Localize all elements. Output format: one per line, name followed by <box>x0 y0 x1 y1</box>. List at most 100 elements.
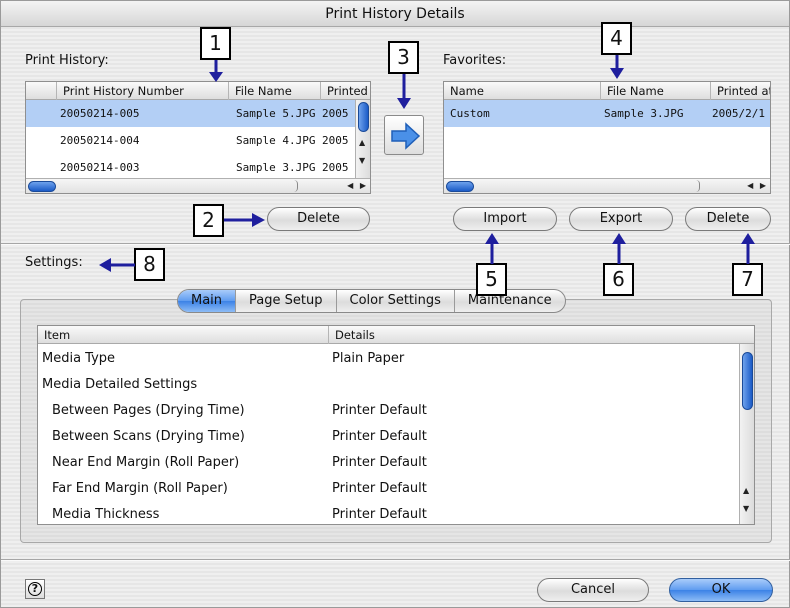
setting-item: Near End Margin (Roll Paper) <box>52 455 240 470</box>
setting-item: Between Pages (Drying Time) <box>52 403 245 418</box>
setting-detail: Printer Default <box>332 403 427 418</box>
setting-item: Media Detailed Settings <box>42 377 198 392</box>
footer-divider <box>1 559 790 561</box>
settings-header: Item Details <box>38 326 754 344</box>
favorites-table[interactable]: Name File Name Printed at Custom Sample … <box>443 81 771 194</box>
column-printed-at[interactable]: Printed at <box>710 82 770 100</box>
table-row[interactable]: 20050214-003 Sample 3.JPG 2005 <box>26 154 370 181</box>
setting-detail: Plain Paper <box>332 351 405 366</box>
callout-arrow-down-icon <box>397 74 411 109</box>
ok-button[interactable]: OK <box>669 578 773 602</box>
callout-arrow-up-icon <box>612 233 626 264</box>
callout-2: 2 <box>193 204 224 237</box>
list-item[interactable]: Between Pages (Drying Time) <box>52 398 245 424</box>
history-printed-cell: 2005 <box>322 134 349 147</box>
scroll-track-end <box>696 180 700 192</box>
tab-page-setup[interactable]: Page Setup <box>236 290 337 312</box>
favorites-header: Name File Name Printed at <box>444 82 770 100</box>
callout-7: 7 <box>732 263 763 296</box>
favorites-horizontal-thumb[interactable] <box>446 181 474 192</box>
callout-6: 6 <box>603 263 634 296</box>
print-history-header: Print History Number File Name Printed <box>26 82 370 100</box>
callout-arrow-down-icon <box>209 60 223 82</box>
history-file-cell: Sample 3.JPG <box>236 161 316 174</box>
list-item[interactable]: Media Detailed Settings <box>42 372 197 398</box>
print-history-details-window: Print History Details Print History: Pri… <box>0 0 790 608</box>
callout-3: 3 <box>388 41 419 74</box>
scroll-track-end <box>294 180 298 192</box>
tab-color-settings[interactable]: Color Settings <box>337 290 455 312</box>
setting-detail: Printer Default <box>332 455 427 470</box>
scroll-left-right-icon[interactable]: ◀ ▶ <box>747 179 768 193</box>
scroll-down-icon[interactable]: ▼ <box>743 504 749 513</box>
window-title: Print History Details <box>1 1 789 27</box>
callout-arrow-right-icon <box>224 213 265 227</box>
history-vertical-scrollbar[interactable]: ▲ ▼ <box>355 100 370 180</box>
setting-detail: Printer Default <box>332 507 427 522</box>
question-icon: ? <box>28 582 42 596</box>
history-number-cell: 20050214-003 <box>60 161 140 174</box>
add-to-favorites-button[interactable] <box>384 115 424 155</box>
favorite-printed-cell: 2005/2/1 <box>712 107 765 120</box>
history-horizontal-thumb[interactable] <box>28 181 56 192</box>
callout-8: 8 <box>134 248 165 281</box>
favorites-delete-button[interactable]: Delete <box>685 207 771 231</box>
print-history-header-blank <box>26 82 56 100</box>
column-details[interactable]: Details <box>328 326 740 344</box>
table-row[interactable]: Custom Sample 3.JPG 2005/2/1 <box>444 100 770 127</box>
tab-maintenance[interactable]: Maintenance <box>455 290 565 312</box>
column-printed[interactable]: Printed <box>320 82 370 100</box>
setting-detail: Printer Default <box>332 481 427 496</box>
history-number-cell: 20050214-005 <box>60 107 140 120</box>
settings-table[interactable]: Item Details Media Type Plain Paper Medi… <box>37 325 755 525</box>
history-delete-button[interactable]: Delete <box>267 207 370 231</box>
export-button[interactable]: Export <box>569 207 673 231</box>
column-file-name[interactable]: File Name <box>600 82 710 100</box>
favorites-label: Favorites: <box>443 53 507 68</box>
history-printed-cell: 2005 <box>322 161 349 174</box>
callout-arrow-left-icon <box>99 258 135 272</box>
setting-detail: Printer Default <box>332 429 427 444</box>
list-item[interactable]: Near End Margin (Roll Paper) <box>52 450 239 476</box>
scroll-up-icon[interactable]: ▲ <box>359 138 365 147</box>
import-button[interactable]: Import <box>453 207 557 231</box>
callout-4: 4 <box>601 22 632 55</box>
column-file-name[interactable]: File Name <box>228 82 320 100</box>
settings-vertical-scrollbar[interactable]: ▲ ▼ <box>739 344 754 524</box>
favorite-name-cell: Custom <box>450 107 490 120</box>
history-number-cell: 20050214-004 <box>60 134 140 147</box>
history-file-cell: Sample 4.JPG <box>236 134 316 147</box>
callout-arrow-down-icon <box>610 55 624 79</box>
column-print-history-number[interactable]: Print History Number <box>56 82 228 100</box>
history-file-cell: Sample 5.JPG <box>236 107 316 120</box>
callout-5: 5 <box>476 263 507 296</box>
setting-item: Between Scans (Drying Time) <box>52 429 245 444</box>
list-item[interactable]: Media Thickness <box>52 502 160 524</box>
callout-arrow-up-icon <box>485 233 499 264</box>
tab-main[interactable]: Main <box>178 290 237 312</box>
list-item[interactable]: Between Scans (Drying Time) <box>52 424 245 450</box>
favorites-horizontal-scrollbar[interactable]: ◀ ▶ <box>444 178 770 193</box>
favorite-file-cell: Sample 3.JPG <box>604 107 684 120</box>
setting-item: Media Thickness <box>52 507 160 522</box>
help-button[interactable]: ? <box>25 579 45 599</box>
scroll-left-right-icon[interactable]: ◀ ▶ <box>347 179 368 193</box>
setting-item: Media Type <box>42 351 116 366</box>
callout-arrow-up-icon <box>741 233 755 264</box>
right-arrow-icon <box>391 122 421 150</box>
list-item[interactable]: Media Type <box>42 346 115 372</box>
table-row[interactable]: 20050214-004 Sample 4.JPG 2005 <box>26 127 370 154</box>
list-item[interactable]: Far End Margin (Roll Paper) <box>52 476 228 502</box>
cancel-button[interactable]: Cancel <box>537 578 649 602</box>
column-name[interactable]: Name <box>444 82 600 100</box>
column-item[interactable]: Item <box>38 326 328 344</box>
history-horizontal-scrollbar[interactable]: ◀ ▶ <box>26 178 370 193</box>
scroll-up-icon[interactable]: ▲ <box>743 486 749 495</box>
history-vertical-thumb[interactable] <box>358 102 369 132</box>
settings-tabs: Main Page Setup Color Settings Maintenan… <box>177 289 566 313</box>
table-row[interactable]: 20050214-005 Sample 5.JPG 2005 <box>26 100 370 127</box>
settings-label: Settings: <box>25 255 83 270</box>
scroll-down-icon[interactable]: ▼ <box>359 156 365 165</box>
print-history-table[interactable]: Print History Number File Name Printed 2… <box>25 81 371 194</box>
settings-vertical-thumb[interactable] <box>742 352 753 410</box>
